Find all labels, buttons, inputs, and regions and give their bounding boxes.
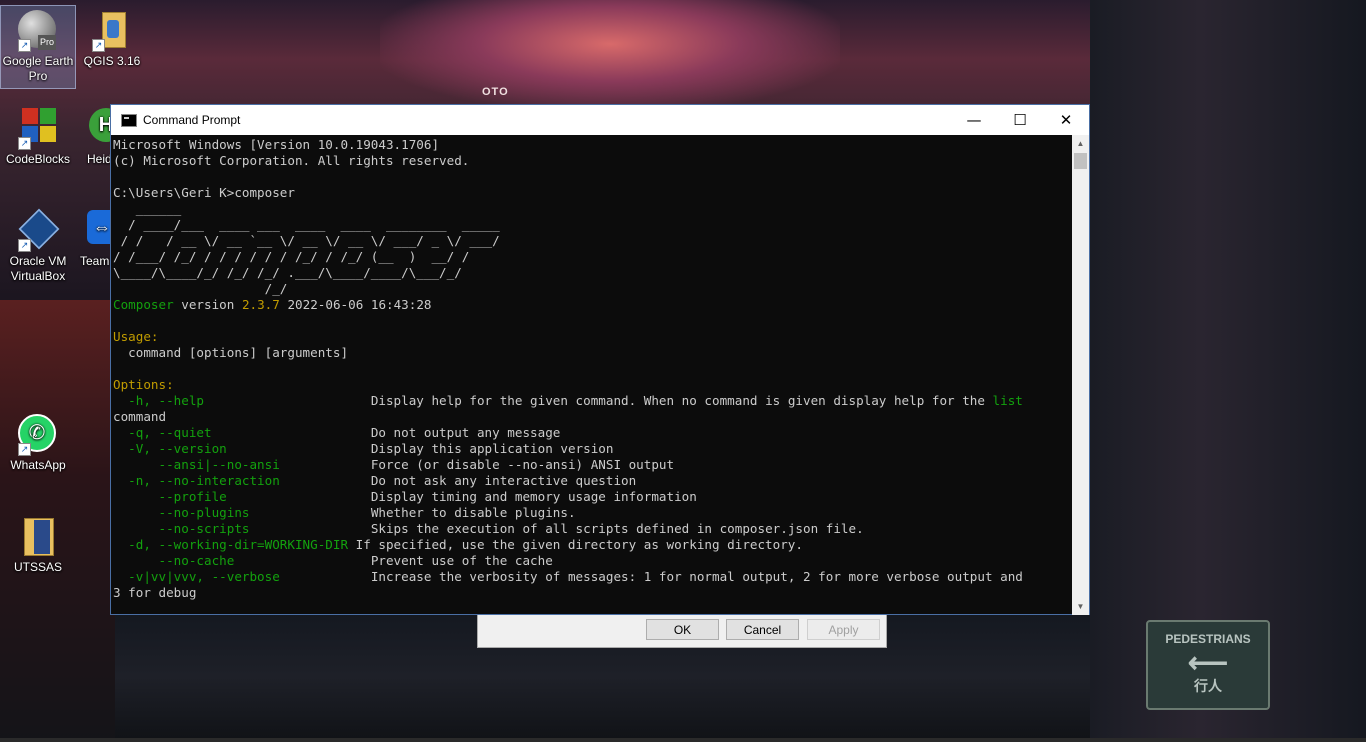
option-flag: -v|vv|vvv, --verbose [113,569,341,584]
terminal-prompt: C:\Users\Geri K>composer [113,185,295,200]
logo-line: \____/\____/_/ /_/ /_/ .___/\____/____/\… [113,265,462,280]
option-flag: --no-scripts [113,521,341,536]
desktop-icon-google-earth[interactable]: Pro ↗ Google Earth Pro [0,5,76,89]
minimize-button[interactable]: — [951,105,997,135]
pro-badge: Pro [37,35,56,50]
billboard-text: OTO [482,86,509,98]
terminal-line: Microsoft Windows [Version 10.0.19043.17… [113,137,440,152]
version-number: 2.3.7 [241,297,280,312]
option-desc: If specified, use the given directory as… [348,537,803,552]
terminal-output[interactable]: Microsoft Windows [Version 10.0.19043.17… [111,135,1073,615]
title-bar[interactable]: Command Prompt — ☐ ✕ [111,105,1089,135]
teamviewer-icon: ⇔ [87,210,111,250]
arrow-left-icon: ⟵ [1187,647,1229,678]
ok-button[interactable]: OK [646,619,719,640]
street-sign: PEDESTRIANS ⟵ 行人 [1146,620,1270,710]
option-desc-wrap: command [113,409,167,424]
command-prompt-window[interactable]: Command Prompt — ☐ ✕ Microsoft Windows [… [110,104,1090,615]
shortcut-arrow-icon: ↗ [18,443,31,456]
scroll-up-icon[interactable]: ▲ [1072,135,1089,152]
desktop-icon-codeblocks[interactable]: ↗ CodeBlocks [1,108,75,167]
desktop-icon-label: Team [80,254,110,268]
usage-heading: Usage: [113,329,159,344]
option-flag: -d, --working-dir=WORKING-DIR [113,537,349,552]
desktop-icon-label: Heid [87,152,111,166]
desktop-icon-teamviewer[interactable]: ⇔ Team [75,210,111,269]
logo-line: / / / __ \/ __ `__ \/ __ \/ __ \/ ___/ _… [113,233,500,248]
heidisql-icon: H [89,108,111,148]
option-desc: Display help for the given command. When… [370,393,993,408]
logo-line: /_/ [113,281,288,296]
terminal-line: (c) Microsoft Corporation. All rights re… [113,153,470,168]
composer-label: Composer [113,297,174,312]
desktop-icon-utssas[interactable]: UTSSAS [1,516,75,575]
scroll-thumb[interactable] [1074,153,1087,169]
desktop-icon-heidisql[interactable]: H Heid [75,108,111,167]
logo-line: / ____/___ ____ ___ ____ ____ ________ _… [113,217,500,232]
option-flag: -V, --version [113,441,341,456]
option-flag: -q, --quiet [113,425,341,440]
option-desc: Display this application version [370,441,614,456]
option-link: list [992,393,1023,408]
window-title: Command Prompt [143,113,241,127]
option-desc: Whether to disable plugins. [370,505,576,520]
background-dialog: OK Cancel Apply [477,612,887,648]
desktop-icon-label: Oracle VM VirtualBox [9,254,67,283]
shortcut-arrow-icon: ↗ [92,39,105,52]
desktop-icon-qgis[interactable]: ↗ QGIS 3.16 [75,10,149,69]
desktop-icon-label: WhatsApp [10,458,66,472]
option-flag: -n, --no-interaction [113,473,341,488]
desktop-icon-whatsapp[interactable]: ✆ ↗ WhatsApp [1,414,75,473]
logo-line: ______ [113,201,182,216]
scroll-down-icon[interactable]: ▼ [1072,598,1089,615]
option-flag: --ansi|--no-ansi [113,457,341,472]
option-desc: Increase the verbosity of messages: 1 fo… [370,569,1023,584]
whatsapp-icon: ✆ ↗ [18,414,58,456]
qgis-folder-icon: ↗ [92,10,132,52]
options-heading: Options: [113,377,174,392]
desktop-icon-label: CodeBlocks [5,152,71,166]
street-sign-text: PEDESTRIANS [1165,632,1251,646]
option-desc: Display timing and memory usage informat… [370,489,697,504]
usage-line: command [options] [arguments] [113,345,349,360]
shortcut-arrow-icon: ↗ [18,39,31,52]
close-button[interactable]: ✕ [1043,105,1089,135]
codeblocks-icon: ↗ [18,108,58,150]
apply-button[interactable]: Apply [807,619,880,640]
logo-line: / /___/ /_/ / / / / / / /_/ / /_/ (__ ) … [113,249,470,264]
desktop-icon-label: QGIS 3.16 [83,54,141,68]
option-desc-wrap: 3 for debug [113,585,197,600]
maximize-button[interactable]: ☐ [997,105,1043,135]
cancel-button[interactable]: Cancel [726,619,799,640]
shortcut-arrow-icon: ↗ [18,137,31,150]
folder-icon [18,516,58,556]
virtualbox-icon: ↗ [18,208,60,252]
option-desc: Do not ask any interactive question [370,473,637,488]
option-flag: --no-plugins [113,505,341,520]
option-flag: -h, --help [113,393,341,408]
shortcut-arrow-icon: ↗ [18,239,31,252]
option-desc: Do not output any message [370,425,561,440]
version-date: 2022-06-06 16:43:28 [287,297,432,312]
version-word: version [181,297,235,312]
option-flag: --no-cache [113,553,341,568]
option-desc: Force (or disable --no-ansi) ANSI output [370,457,675,472]
google-earth-icon: Pro ↗ [18,10,58,52]
desktop-icon-label: Google Earth Pro [2,54,74,83]
desktop-icon-virtualbox[interactable]: ↗ Oracle VM VirtualBox [1,208,75,284]
vertical-scrollbar[interactable]: ▲ ▼ [1072,135,1089,615]
desktop-icon-label: UTSSAS [13,560,62,574]
command-prompt-icon [121,113,137,127]
option-desc: Skips the execution of all scripts defin… [370,521,864,536]
street-sign-hanzi: 行人 [1194,678,1222,694]
option-desc: Prevent use of the cache [370,553,553,568]
option-flag: --profile [113,489,341,504]
